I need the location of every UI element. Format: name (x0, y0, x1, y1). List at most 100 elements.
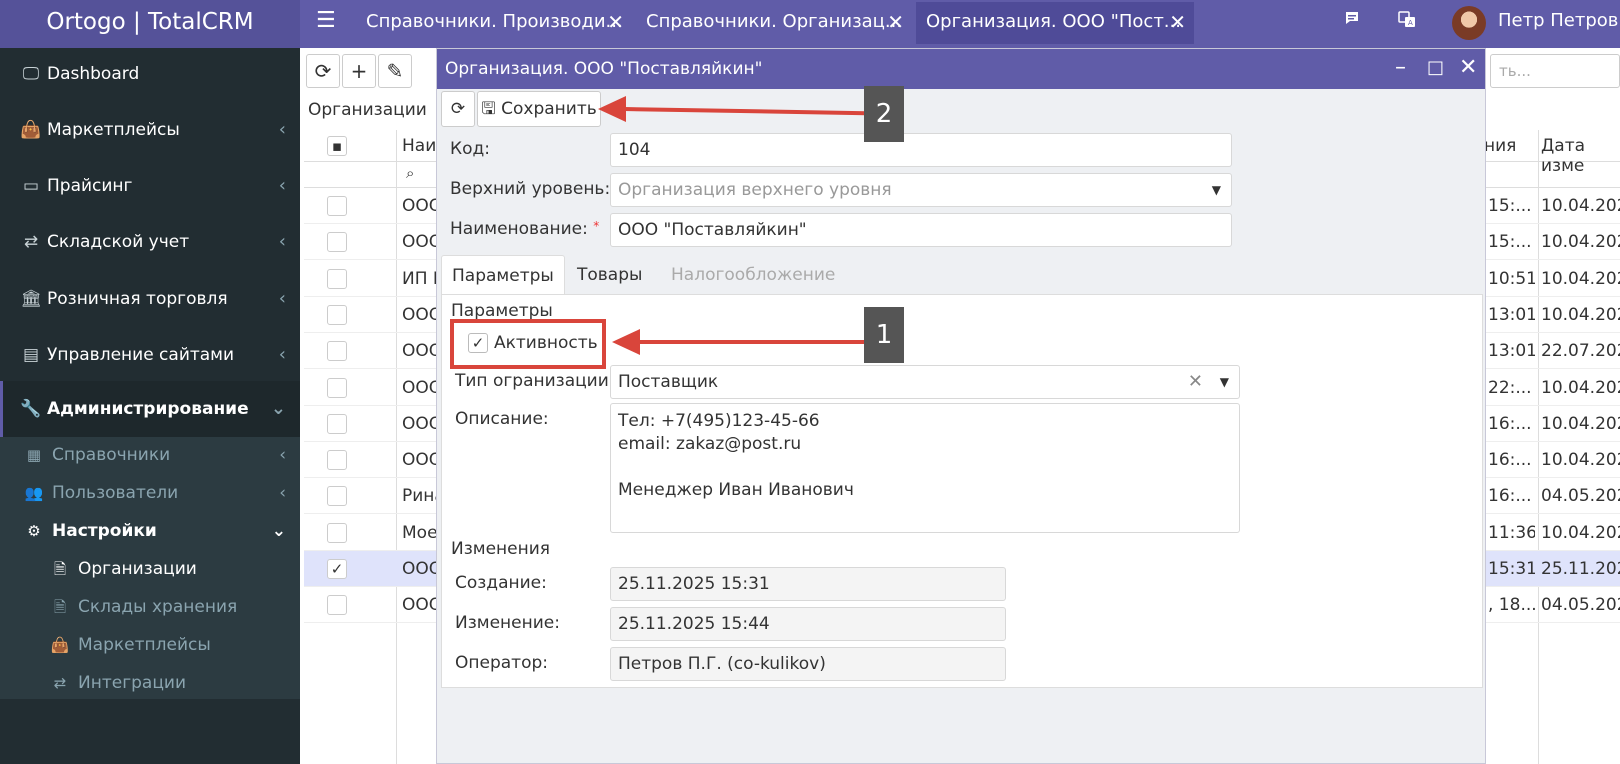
sidebar-item-marketplaces[interactable]: 👜 Маркетплейсы ‹ (0, 104, 300, 156)
tab-manufacturers[interactable]: Справочники. Производи... ✕ (356, 2, 632, 44)
annotation-arrow-1 (638, 340, 866, 344)
sidebar-item-marketplaces-settings[interactable]: 👜 Маркетплейсы (0, 627, 300, 663)
sidebar-item-organizations[interactable]: 🗎 Организации (0, 551, 300, 587)
sidebar-item-retail[interactable]: 🏛 Розничная торговля ‹ (0, 273, 300, 325)
row-checkbox[interactable] (327, 486, 347, 507)
avatar[interactable] (1452, 6, 1486, 40)
close-icon[interactable]: ✕ (607, 2, 624, 42)
annotation-arrowhead-1 (612, 329, 640, 355)
column-header-name[interactable]: Наи (402, 136, 436, 156)
top-bar: Ortogo | TotalCRM ☰ Справочники. Произво… (0, 0, 1620, 48)
search-icon[interactable]: ⌕ (406, 164, 414, 182)
tab-organization-detail[interactable]: Организация. ООО "Пост... ✕ (916, 2, 1194, 44)
shopping-bag-icon: 👜 (20, 120, 42, 140)
cell-date: 10.04.202 (1541, 232, 1620, 253)
users-icon: 👥 (24, 484, 44, 502)
menu-toggle-icon[interactable]: ☰ (316, 8, 336, 33)
close-icon[interactable]: ✕ (1459, 49, 1477, 87)
sidebar-item-settings[interactable]: ⚙ Настройки ⌄ (0, 513, 300, 549)
file-icon: 🗎 (53, 560, 67, 578)
chevron-down-icon: ⌄ (270, 398, 286, 419)
sidebar-item-users[interactable]: 👥 Пользователи ‹ (0, 475, 300, 511)
tab-parameters[interactable]: Параметры (441, 255, 565, 295)
modified-label: Изменение: (455, 613, 560, 633)
search-input[interactable]: ть... (1490, 54, 1620, 88)
chevron-left-icon: ‹ (278, 119, 286, 140)
file-icon: 🗎 (53, 598, 67, 616)
org-type-select[interactable]: Поставщик ✕ ▼ (610, 365, 1240, 399)
description-textarea[interactable]: Тел: +7(495)123-45-66 email: zakaz@post.… (610, 403, 1240, 533)
chevron-left-icon: ‹ (278, 175, 286, 196)
row-checkbox[interactable] (327, 450, 347, 471)
maximize-icon[interactable]: □ (1427, 49, 1444, 87)
description-label: Описание: (455, 409, 549, 429)
organization-dialog: Организация. ООО "Поставляйкин" – □ ✕ ⟳ … (436, 48, 1486, 764)
tab-organizations[interactable]: Справочники. Организац... ✕ (636, 2, 912, 44)
row-checkbox[interactable] (327, 595, 347, 616)
dialog-refresh-button[interactable]: ⟳ (441, 91, 475, 127)
dialog-title: Организация. ООО "Поставляйкин" (437, 49, 1485, 89)
chat-icon[interactable] (1344, 10, 1360, 30)
row-checkbox[interactable] (327, 522, 347, 543)
cell-changed-time: 15:... (1488, 196, 1532, 216)
tab-label: Справочники. Организац... (646, 11, 903, 32)
close-icon[interactable]: ✕ (887, 2, 904, 42)
sidebar-item-warehouse[interactable]: ⇄ Складской учет ‹ (0, 216, 300, 268)
section-parameters: Параметры (451, 301, 553, 321)
caret-down-icon: ▼ (1211, 183, 1221, 197)
translate-icon[interactable]: A (1398, 10, 1416, 32)
close-icon[interactable]: ✕ (1169, 2, 1186, 42)
row-checkbox[interactable] (327, 196, 347, 216)
brand-logo[interactable]: Ortogo | TotalCRM (0, 0, 300, 48)
row-checkbox[interactable] (327, 304, 347, 325)
sidebar-item-storage[interactable]: 🗎 Склады хранения (0, 589, 300, 625)
add-button[interactable]: + (342, 54, 376, 88)
cell-changed-time: 10:51 (1488, 268, 1535, 289)
caret-down-icon[interactable]: ▼ (1220, 366, 1229, 398)
exchange-icon: ⇄ (23, 232, 39, 252)
sidebar-item-references[interactable]: ▦ Справочники ‹ (0, 437, 300, 473)
minimize-icon[interactable]: – (1395, 49, 1406, 87)
sidebar-item-sites[interactable]: ▤ Управление сайтами ‹ (0, 329, 300, 381)
user-name[interactable]: Петр Петров (1498, 10, 1618, 31)
exchange-icon: ⇄ (53, 674, 67, 692)
annotation-number-1: 1 (864, 307, 904, 363)
select-all-checkbox[interactable]: ▪ (327, 136, 347, 156)
row-checkbox[interactable] (327, 268, 347, 289)
row-checkbox[interactable] (327, 232, 347, 253)
cell-date: 10.04.202 (1541, 413, 1620, 434)
edit-button[interactable]: ✎ (378, 54, 412, 88)
sidebar-item-integrations[interactable]: ⇄ Интеграции (0, 665, 300, 701)
column-header-changed[interactable]: ния (1484, 136, 1516, 156)
code-label: Код: (450, 139, 490, 159)
row-checkbox[interactable]: ✓ (327, 559, 347, 579)
chevron-left-icon: ‹ (278, 288, 286, 309)
save-icon: 🖫 (481, 99, 496, 119)
sidebar-item-administration[interactable]: 🔧 Администрирование ⌄ (0, 381, 300, 437)
row-checkbox[interactable] (327, 413, 347, 434)
sidebar-submenu: ▦ Справочники ‹ 👥 Пользователи ‹ ⚙ Настр… (0, 437, 300, 699)
chevron-left-icon: ‹ (278, 344, 286, 365)
save-button[interactable]: 🖫 Сохранить (477, 91, 601, 127)
sidebar-item-pricing[interactable]: ▭ Прайсинг ‹ (0, 160, 300, 212)
parent-select[interactable]: Организация верхнего уровня ▼ (610, 173, 1232, 207)
cell-name: Мое (402, 522, 438, 543)
operator-label: Оператор: (455, 653, 548, 673)
cell-date: 22.07.202 (1541, 341, 1620, 362)
tab-products[interactable]: Товары (567, 255, 652, 295)
annotation-number-2: 2 (864, 86, 904, 142)
sidebar-item-dashboard[interactable]: 🖵 Dashboard (0, 48, 300, 100)
chevron-left-icon: ‹ (279, 483, 286, 503)
row-checkbox[interactable] (327, 341, 347, 362)
name-field[interactable]: ООО "Поставляйкин" (610, 213, 1232, 247)
tab-taxation: Налогообложение (671, 265, 836, 285)
refresh-button[interactable]: ⟳ (306, 54, 340, 88)
modified-field: 25.11.2025 15:44 (610, 607, 1006, 641)
cell-date: 10.04.202 (1541, 268, 1620, 289)
row-checkbox[interactable] (327, 377, 347, 398)
clear-icon[interactable]: ✕ (1188, 366, 1203, 398)
code-field[interactable]: 104 (610, 133, 1232, 167)
annotation-highlight-active (450, 319, 606, 369)
chevron-down-icon: ⌄ (271, 521, 286, 541)
svg-text:A: A (1408, 19, 1413, 27)
